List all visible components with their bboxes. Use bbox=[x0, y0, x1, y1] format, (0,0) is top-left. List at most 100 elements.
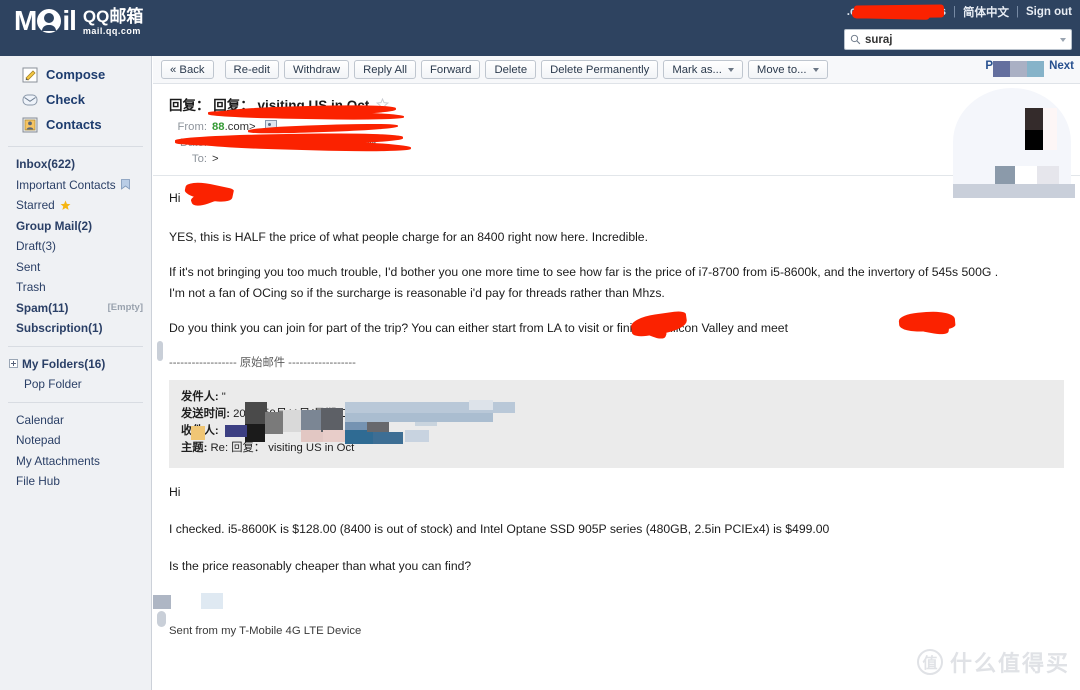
mail-signature: Sent from my T-Mobile 4G LTE Device bbox=[169, 625, 362, 637]
btn-label: Delete bbox=[494, 63, 528, 76]
btn-label: Forward bbox=[430, 63, 472, 76]
sidebar-item-my-attachments[interactable]: My Attachments bbox=[0, 451, 151, 472]
quote-subject-value: Re: 回复： visiting US in Oct bbox=[210, 442, 355, 454]
top-header-bar: Mil QQ邮箱 mail.qq.com .com | Settings | 简… bbox=[0, 0, 1080, 56]
move-to-dropdown[interactable]: Move to... bbox=[747, 60, 828, 79]
sidebar-my-folders-group: My Folders(16) Pop Folder bbox=[0, 352, 151, 397]
btn-label: Reply All bbox=[363, 63, 408, 76]
watermark-text: 什么值得买 bbox=[949, 651, 1070, 676]
sidebar-divider bbox=[8, 345, 143, 347]
sidebar-label: Draft(3) bbox=[16, 239, 56, 254]
sidebar-item-inbox[interactable]: Inbox(622) bbox=[0, 154, 151, 175]
sidebar-label: Subscription(1) bbox=[16, 321, 103, 336]
back-label: « Back bbox=[170, 63, 205, 76]
sidebar-label: Trash bbox=[16, 280, 46, 295]
sidebar-label: My Attachments bbox=[16, 453, 100, 468]
mail-content-pane: « Back Re-edit Withdraw Reply All Forwar… bbox=[153, 56, 1080, 690]
mail-to-row: To: > bbox=[169, 151, 1066, 167]
sidebar-item-starred[interactable]: Starred bbox=[0, 195, 151, 216]
sidebar-item-contacts[interactable]: Contacts bbox=[0, 112, 151, 137]
flag-icon bbox=[120, 179, 130, 191]
censor-tile bbox=[995, 166, 1015, 186]
censor-tile bbox=[283, 410, 301, 432]
sidebar-item-important-contacts[interactable]: Important Contacts bbox=[0, 175, 151, 196]
sidebar-item-my-folders[interactable]: My Folders(16) bbox=[0, 354, 151, 375]
censor-tile bbox=[1015, 166, 1037, 186]
sidebar-item-draft[interactable]: Draft(3) bbox=[0, 236, 151, 257]
search-icon bbox=[850, 34, 861, 45]
btn-label: Move to... bbox=[756, 63, 807, 76]
search-input[interactable]: suraj bbox=[844, 29, 1072, 50]
sidebar-item-pop-folder[interactable]: Pop Folder bbox=[0, 374, 151, 395]
logo-chinese: QQ邮箱 mail.qq.com bbox=[83, 8, 143, 36]
from-label: From: bbox=[177, 121, 208, 133]
re-edit-button[interactable]: Re-edit bbox=[224, 60, 279, 79]
delete-button[interactable]: Delete bbox=[485, 60, 537, 79]
signout-link[interactable]: Sign out bbox=[1026, 6, 1072, 18]
to-label: To: bbox=[191, 153, 207, 165]
mail-header: 回复： 回复： visiting US in Oct From: 88.com>… bbox=[153, 84, 1080, 176]
delete-permanently-button[interactable]: Delete Permanently bbox=[541, 60, 659, 79]
redaction-mark-account-2 bbox=[851, 9, 931, 20]
divider: | bbox=[1016, 6, 1019, 18]
chevron-down-icon bbox=[812, 67, 819, 72]
sidebar-item-compose[interactable]: Compose bbox=[0, 62, 151, 87]
to-value: > bbox=[212, 153, 219, 165]
censor-tile bbox=[953, 184, 1075, 198]
sidebar-item-trash[interactable]: Trash bbox=[0, 277, 151, 298]
next-link[interactable]: Next bbox=[1049, 60, 1074, 72]
sidebar-label: Compose bbox=[46, 67, 106, 82]
censor-tile bbox=[191, 426, 205, 440]
sidebar-item-notepad[interactable]: Notepad bbox=[0, 430, 151, 451]
scroll-nub[interactable] bbox=[157, 341, 163, 361]
forward-button[interactable]: Forward bbox=[421, 60, 481, 79]
censor-tile bbox=[1010, 61, 1027, 77]
censor-tile bbox=[1037, 166, 1059, 186]
sidebar-label: Calendar bbox=[16, 412, 64, 427]
sidebar-item-group-mail[interactable]: Group Mail(2) bbox=[0, 216, 151, 237]
censor-tile bbox=[469, 400, 493, 410]
sidebar-item-spam[interactable]: Spam(11) [Empty] bbox=[0, 298, 151, 319]
sidebar-item-calendar[interactable]: Calendar bbox=[0, 410, 151, 431]
censor-block-pagination bbox=[993, 61, 1044, 77]
site-watermark: 值 什么值得买 bbox=[916, 646, 1070, 678]
censor-tile bbox=[225, 425, 247, 437]
back-button[interactable]: « Back bbox=[161, 60, 214, 79]
chevron-down-icon[interactable] bbox=[1060, 37, 1066, 42]
btn-label: Delete Permanently bbox=[550, 63, 650, 76]
btn-label: Withdraw bbox=[292, 63, 341, 76]
body-paragraph-3: I'm not a fan of OCing so if the surchar… bbox=[169, 286, 665, 300]
withdraw-button[interactable]: Withdraw bbox=[283, 60, 350, 79]
empty-spam-link[interactable]: [Empty] bbox=[108, 302, 143, 313]
body-text: Hi bbox=[169, 191, 181, 205]
sidebar-item-subscription[interactable]: Subscription(1) bbox=[0, 318, 151, 339]
compose-icon bbox=[22, 67, 38, 82]
from-prefix: 88 bbox=[212, 121, 225, 133]
censor-tile bbox=[245, 424, 265, 442]
btn-label: Re-edit bbox=[233, 63, 270, 76]
prev-link[interactable]: P bbox=[985, 60, 993, 72]
sidebar-label: Spam(11) bbox=[16, 300, 69, 315]
sidebar-item-check[interactable]: Check bbox=[0, 87, 151, 112]
sidebar-item-sent[interactable]: Sent bbox=[0, 257, 151, 278]
sidebar-label: Important Contacts bbox=[16, 177, 116, 192]
sidebar-item-file-hub[interactable]: File Hub bbox=[0, 471, 151, 492]
censor-tile bbox=[345, 430, 373, 444]
censor-tile bbox=[373, 432, 403, 444]
logo-circle-icon bbox=[37, 9, 62, 33]
quoted-header-box: 发件人: " 发送时间: 2018年9月11日(星期二) 中午12:59 收件人… bbox=[169, 380, 1064, 468]
reply-all-button[interactable]: Reply All bbox=[354, 60, 417, 79]
censor-tile bbox=[301, 410, 321, 430]
expand-plus-icon[interactable] bbox=[9, 359, 18, 369]
sidebar-label: Check bbox=[46, 92, 86, 107]
sidebar-label: File Hub bbox=[16, 474, 60, 489]
mail-toolbar: « Back Re-edit Withdraw Reply All Forwar… bbox=[153, 56, 1080, 84]
qqmail-logo[interactable]: Mil QQ邮箱 mail.qq.com bbox=[14, 6, 143, 36]
mark-as-dropdown[interactable]: Mark as... bbox=[663, 60, 743, 79]
btn-label: Mark as... bbox=[672, 63, 722, 76]
censor-tile bbox=[323, 430, 345, 442]
censor-tile bbox=[1043, 108, 1057, 150]
language-link[interactable]: 简体中文 bbox=[963, 4, 1009, 20]
scroll-nub[interactable] bbox=[157, 611, 166, 627]
quote-subject-label: 主题: bbox=[181, 442, 208, 454]
